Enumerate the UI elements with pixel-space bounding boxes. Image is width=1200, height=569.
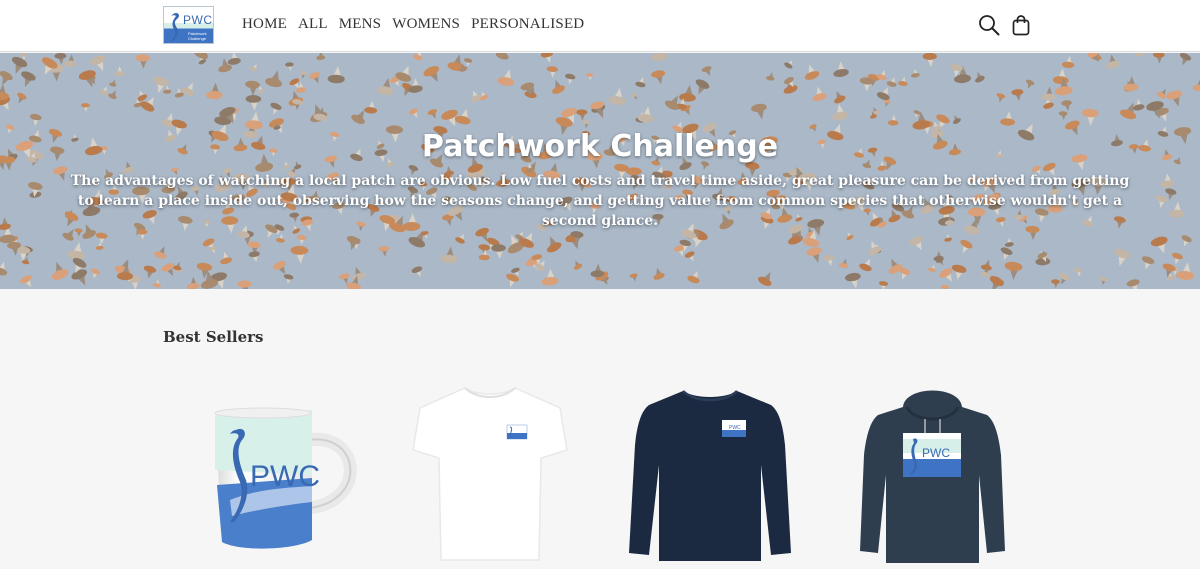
t-shirt-image bbox=[412, 387, 568, 561]
best-sellers-heading: Best Sellers bbox=[163, 328, 264, 346]
hoodie-image: PWC bbox=[860, 390, 1005, 563]
logo-subtext: Patchwork Challenge bbox=[188, 31, 207, 41]
heron-logo-icon bbox=[171, 13, 180, 41]
svg-text:PWC: PWC bbox=[729, 425, 741, 431]
site-header: PWC Patchwork Challenge HOME ALL MENS WO… bbox=[0, 0, 1200, 52]
mug-print-text: PWC bbox=[250, 460, 320, 493]
nav-personalised[interactable]: PERSONALISED bbox=[471, 16, 584, 33]
product-card-hoodie[interactable]: PWC bbox=[855, 385, 1010, 569]
long-sleeve-top-image: PWC bbox=[629, 390, 791, 561]
product-card-t-shirt[interactable] bbox=[405, 380, 575, 569]
search-icon bbox=[979, 15, 1000, 36]
nav-mens[interactable]: MENS bbox=[339, 16, 381, 33]
logo[interactable]: PWC Patchwork Challenge bbox=[163, 6, 214, 44]
product-card-mug[interactable]: PWC bbox=[200, 390, 370, 565]
logo-text: PWC bbox=[183, 13, 213, 27]
nav-home[interactable]: HOME bbox=[242, 16, 287, 33]
nav-womens[interactable]: WOMENS bbox=[392, 16, 460, 33]
cart-button[interactable] bbox=[1010, 14, 1032, 36]
hero-description: The advantages of watching a local patch… bbox=[70, 173, 1130, 229]
mug-image: PWC bbox=[214, 407, 357, 549]
hero-banner: Patchwork Challenge The advantages of wa… bbox=[0, 53, 1200, 289]
hero-title: Patchwork Challenge bbox=[421, 129, 779, 164]
nav-all[interactable]: ALL bbox=[298, 16, 328, 33]
shopping-bag-icon bbox=[1012, 15, 1030, 36]
search-button[interactable] bbox=[978, 14, 1000, 36]
product-card-long-sleeve-top[interactable]: PWC bbox=[625, 385, 795, 569]
main-nav: HOME ALL MENS WOMENS PERSONALISED bbox=[242, 16, 584, 33]
hoodie-print-text: PWC bbox=[922, 446, 950, 460]
